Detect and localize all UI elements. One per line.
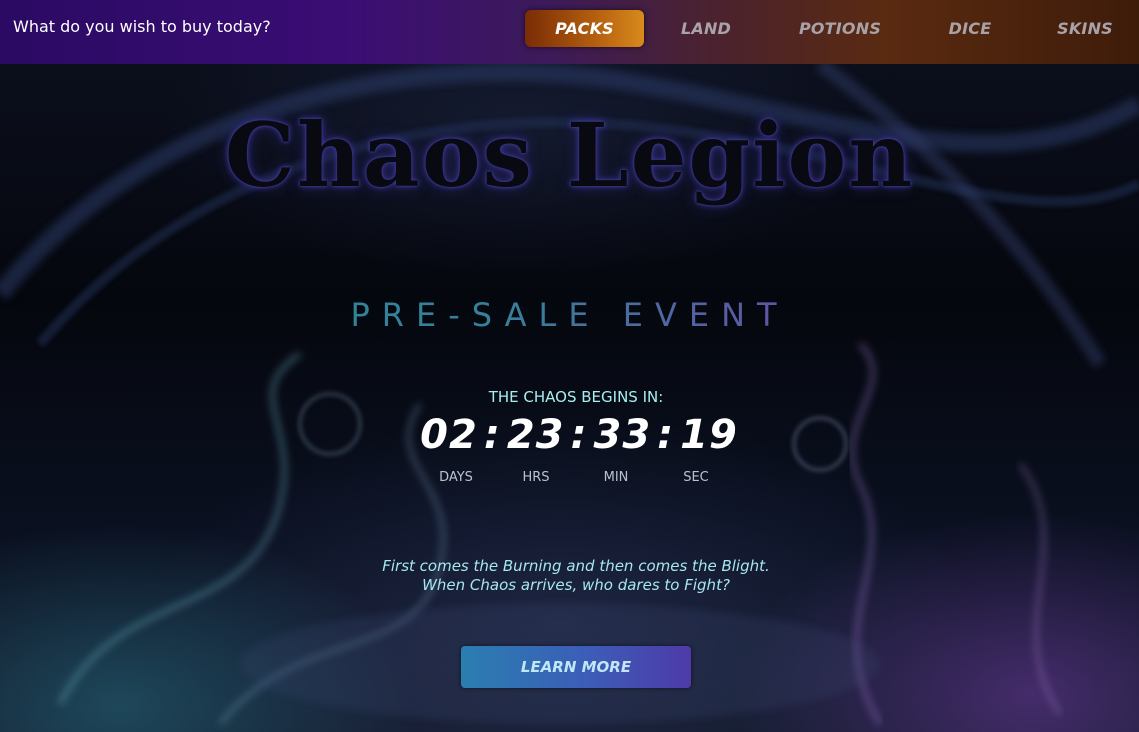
tagline-line-1: First comes the Burning and then comes t… (382, 557, 770, 575)
countdown-days: 02 (420, 412, 478, 458)
nav-tab-potions[interactable]: POTIONS (785, 10, 895, 47)
tagline-line-2: When Chaos arrives, who dares to Fight? (422, 576, 730, 594)
nav-tab-land[interactable]: LAND (660, 10, 752, 47)
nav-tab-skins[interactable]: SKINS (1040, 10, 1130, 47)
learn-more-button[interactable]: LEARN MORE (461, 646, 691, 688)
chaos-legion-logo: Chaos Legion (224, 103, 915, 207)
countdown-separator: : (570, 412, 588, 458)
category-nav: PACKS LAND POTIONS DICE SKINS (0, 10, 1139, 48)
countdown-seconds: 19 (680, 412, 738, 458)
unit-seconds: SEC (683, 470, 709, 485)
unit-hours: HRS (522, 470, 550, 485)
countdown-separator: : (657, 412, 675, 458)
countdown-label: THE CHAOS BEGINS IN: (488, 388, 664, 406)
top-nav-bar: What do you wish to buy today? PACKS LAN… (0, 0, 1139, 64)
countdown-timer: 02:23:33:19 (0, 412, 1139, 458)
countdown-units: DAYS HRS MIN SEC (0, 470, 1139, 490)
countdown-minutes: 33 (593, 412, 652, 458)
countdown-separator: : (483, 412, 501, 458)
presale-subtitle: PRE-SALE EVENT (0, 296, 1139, 334)
nav-tab-dice[interactable]: DICE (925, 10, 1015, 47)
unit-days: DAYS (439, 470, 473, 485)
tagline: First comes the Burning and then comes t… (0, 557, 1139, 595)
unit-minutes: MIN (603, 470, 629, 485)
countdown-hours: 23 (506, 412, 565, 458)
nav-tab-packs[interactable]: PACKS (525, 10, 644, 47)
